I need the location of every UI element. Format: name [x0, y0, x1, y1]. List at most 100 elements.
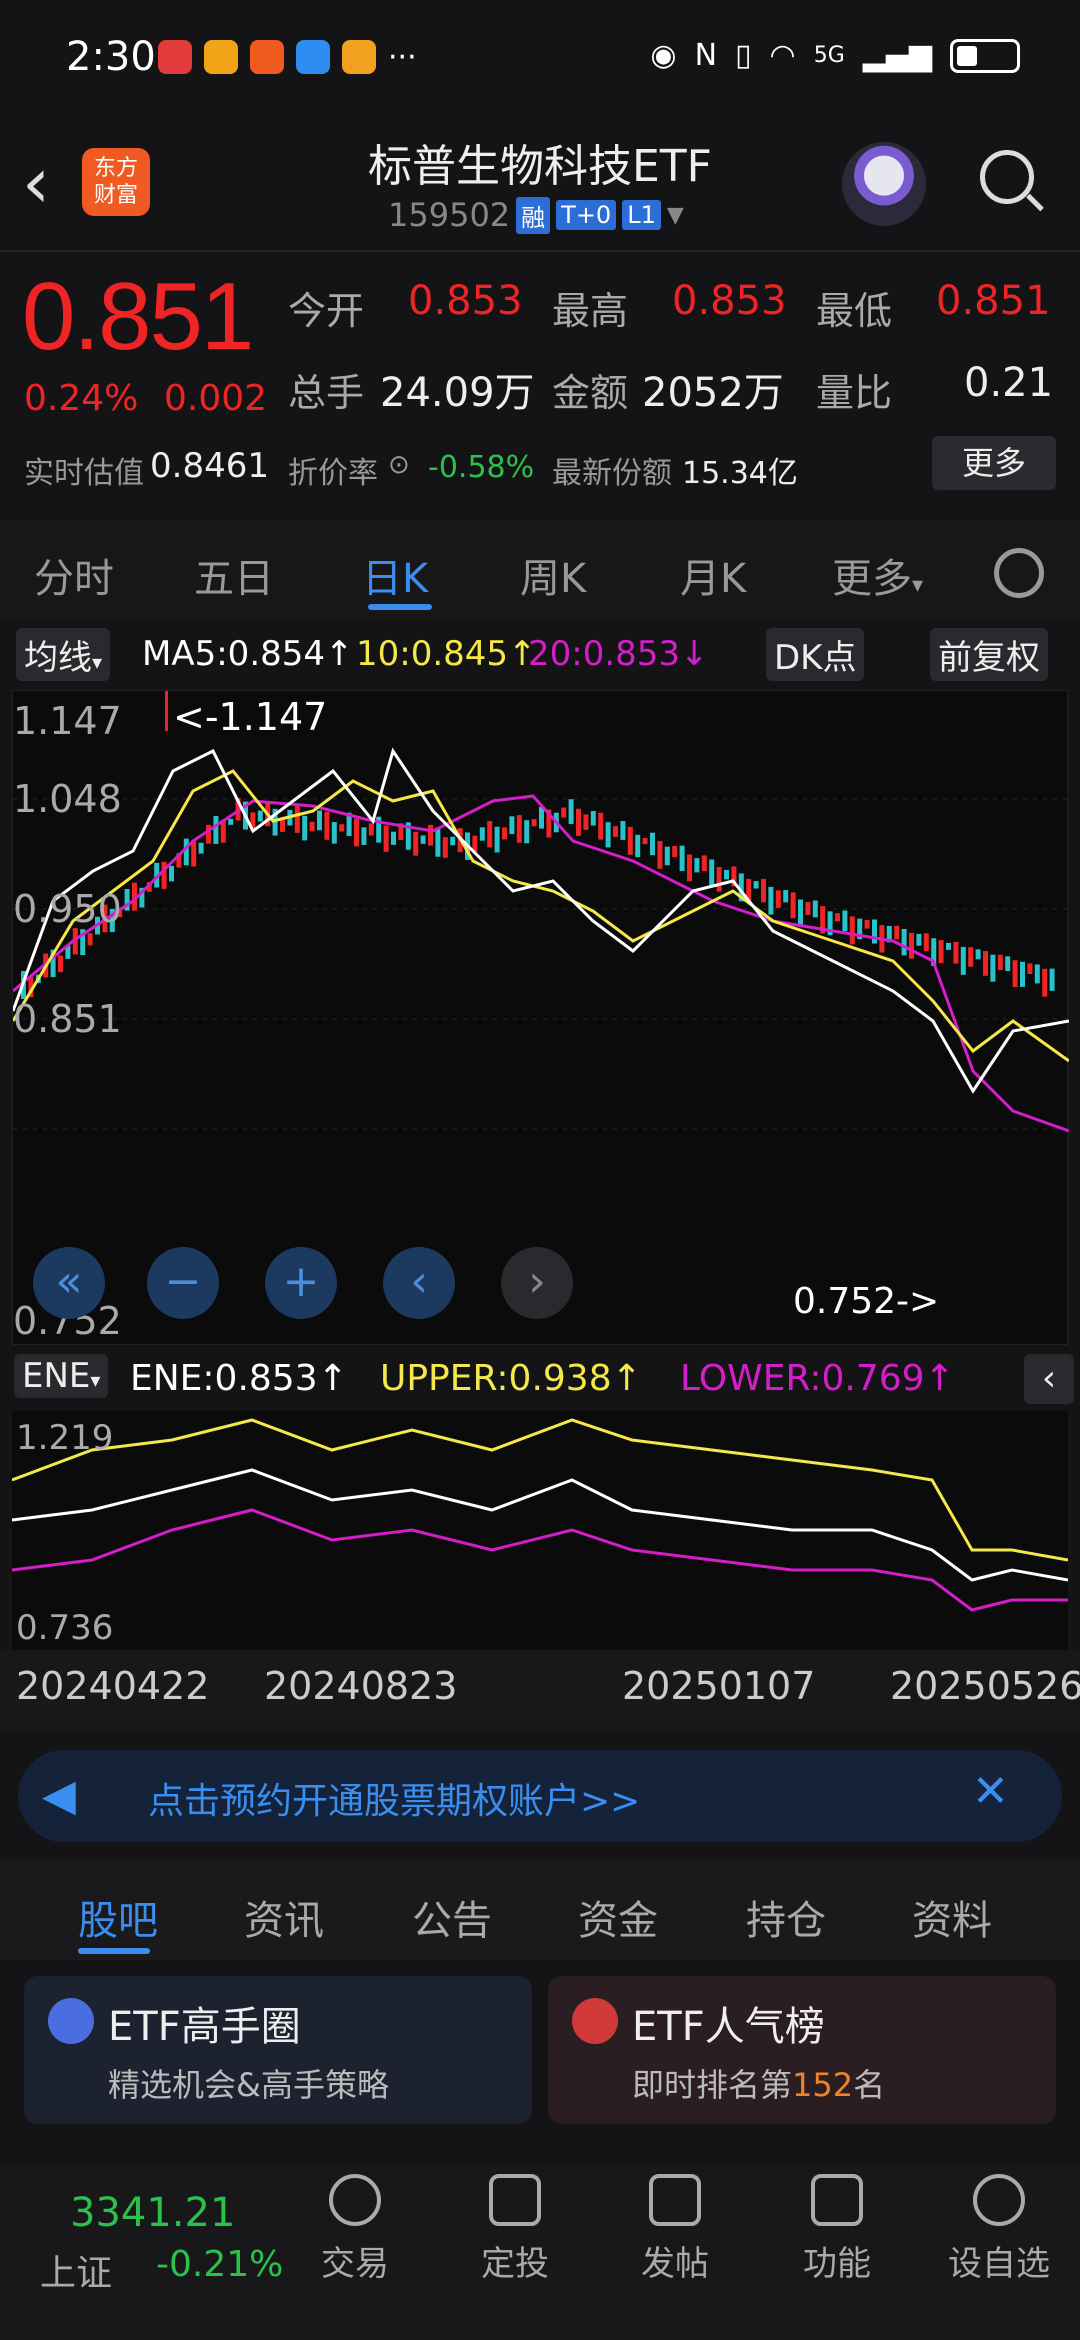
- tab-daily-k[interactable]: 日K: [362, 546, 428, 604]
- candle: [627, 826, 633, 855]
- candle: [361, 827, 367, 845]
- megaphone-icon: ◀: [42, 1770, 76, 1821]
- weibo-icon: [204, 40, 238, 74]
- app-icon: [342, 40, 376, 74]
- low-price-marker: 0.752->: [793, 1281, 940, 1322]
- tab-more-label: 更多: [832, 556, 912, 602]
- tab-announcements[interactable]: 公告: [412, 1888, 492, 1946]
- candle: [716, 867, 722, 892]
- candle: [923, 933, 929, 952]
- tab-funds[interactable]: 资金: [578, 1888, 658, 1946]
- options-promo-banner[interactable]: ◀ 点击预约开通股票期权账户>> ✕: [18, 1750, 1062, 1842]
- candle: [657, 840, 663, 869]
- ene-chart[interactable]: 1.219 0.736: [11, 1410, 1069, 1650]
- nav-auto-invest[interactable]: 定投: [460, 2174, 570, 2285]
- candle: [494, 826, 500, 853]
- last-price: 0.851: [22, 263, 254, 370]
- message-icon: [296, 40, 330, 74]
- zoom-in-button[interactable]: +: [265, 1247, 337, 1319]
- date-label: 20240823: [264, 1664, 458, 1708]
- candle: [294, 805, 300, 833]
- candle: [783, 890, 789, 903]
- rewind-button[interactable]: «: [33, 1247, 105, 1319]
- card-subtitle: 即时排名第152名: [632, 2060, 885, 2106]
- candle: [598, 812, 604, 840]
- discount-value: -0.58%: [428, 450, 535, 485]
- candle: [1034, 964, 1040, 984]
- tab-intraday[interactable]: 分时: [34, 546, 114, 604]
- card-title: ETF人气榜: [632, 2004, 825, 2050]
- tab-monthly-k[interactable]: 月K: [680, 546, 746, 604]
- security-code-row[interactable]: 159502 融 T+0 L1 ▼: [388, 196, 684, 234]
- ma5-line: [11, 747, 1070, 1094]
- candle: [524, 820, 530, 844]
- upper-value: UPPER:0.938↑: [380, 1358, 642, 1399]
- status-bar: 2:30 ··· ◉ N ▯ ◠ 5G ▂▄▆: [0, 0, 1080, 120]
- axis-label: 1.147: [13, 699, 122, 743]
- candle: [620, 821, 626, 840]
- ene-line: [11, 1468, 1069, 1582]
- etf-experts-card[interactable]: ETF高手圈 精选机会&高手策略: [24, 1976, 532, 2124]
- status-time: 2:30: [66, 34, 156, 80]
- more-notifications: ···: [388, 40, 417, 75]
- candle: [576, 808, 581, 836]
- candle: [324, 811, 330, 840]
- amount-value: 2052万: [642, 370, 784, 416]
- tab-holdings[interactable]: 持仓: [746, 1888, 826, 1946]
- nav-trade[interactable]: 交易: [300, 2174, 410, 2285]
- candle: [435, 828, 441, 857]
- adjust-button[interactable]: 前复权: [930, 628, 1048, 681]
- tab-profile[interactable]: 资料: [912, 1888, 992, 1946]
- divider: [0, 250, 1080, 252]
- date-label: 20240422: [16, 1664, 210, 1708]
- candle: [487, 821, 493, 848]
- high-value: 0.853: [672, 278, 787, 324]
- collapse-icon[interactable]: ‹: [1024, 1354, 1074, 1404]
- more-button[interactable]: 更多: [932, 436, 1056, 490]
- tab-news[interactable]: 资讯: [244, 1888, 324, 1946]
- candle: [679, 845, 685, 872]
- gear-icon[interactable]: [994, 548, 1044, 598]
- candle: [531, 819, 537, 827]
- caret-down-icon: ▾: [912, 573, 924, 598]
- candle: [391, 831, 396, 845]
- candle: [309, 821, 315, 832]
- assistant-avatar[interactable]: [842, 142, 926, 226]
- candle: [775, 890, 781, 908]
- candle: [753, 881, 759, 889]
- nav-post[interactable]: 发帖: [620, 2174, 730, 2285]
- tab-more[interactable]: 更多▾: [832, 546, 923, 604]
- candle: [228, 818, 234, 825]
- index-name: 上证: [40, 2253, 113, 2294]
- candle: [768, 886, 774, 915]
- scroll-right-button[interactable]: ›: [501, 1247, 573, 1319]
- info-icon[interactable]: ⊙: [388, 450, 410, 480]
- scroll-left-button[interactable]: ‹: [383, 1247, 455, 1319]
- candle: [354, 818, 359, 847]
- banner-text: 点击预约开通股票期权账户>>: [148, 1781, 641, 1822]
- rank-number: 152: [792, 2066, 854, 2104]
- close-icon[interactable]: ✕: [972, 1766, 1009, 1817]
- tab-forum[interactable]: 股吧: [78, 1888, 158, 1946]
- nav-watchlist[interactable]: 设自选: [944, 2174, 1054, 2285]
- zoom-out-button[interactable]: −: [147, 1247, 219, 1319]
- kline-chart[interactable]: 1.147 1.048 0.950 0.851 0.752 <-1.147 0.…: [11, 690, 1070, 1345]
- index-value[interactable]: 3341.21: [70, 2190, 235, 2236]
- tab-weekly-k[interactable]: 周K: [520, 546, 586, 604]
- candle: [302, 815, 308, 841]
- app-icon: [250, 40, 284, 74]
- candle: [694, 858, 700, 873]
- candle: [864, 919, 870, 929]
- change-amount: 0.002: [164, 378, 268, 419]
- network-5g: 5G: [813, 43, 845, 68]
- dk-point-button[interactable]: DK点: [766, 628, 865, 681]
- indicator-selector[interactable]: 均线▾: [16, 628, 111, 681]
- system-icons: ◉ N ▯ ◠ 5G ▂▄▆: [650, 38, 1020, 73]
- tab-five-day[interactable]: 五日: [194, 546, 274, 604]
- nav-functions[interactable]: 功能: [782, 2174, 892, 2285]
- ene-selector[interactable]: ENE▾: [14, 1354, 109, 1398]
- search-icon[interactable]: [980, 150, 1034, 204]
- candle: [990, 954, 996, 982]
- selector-label: 均线: [24, 638, 92, 678]
- etf-popularity-card[interactable]: ETF人气榜 即时排名第152名: [548, 1976, 1056, 2124]
